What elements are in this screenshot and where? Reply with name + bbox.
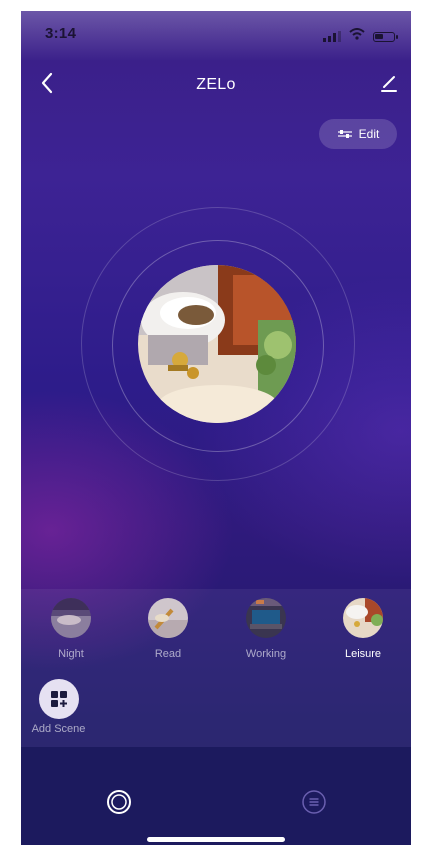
edit-button[interactable]: Edit bbox=[319, 119, 397, 149]
add-scene-circle bbox=[38, 679, 79, 719]
add-scene-label: Add Scene bbox=[31, 723, 86, 735]
navigation-bar: ZELo bbox=[21, 66, 411, 102]
scene-working-label: Working bbox=[245, 648, 287, 660]
app-screen: 3:14 ZELo Edit Night Read Working Leisur… bbox=[21, 11, 411, 845]
scene-read[interactable]: Read bbox=[128, 598, 208, 660]
sliders-icon bbox=[337, 130, 352, 138]
battery-icon bbox=[373, 32, 398, 42]
scene-night-thumbnail bbox=[51, 598, 91, 638]
cellular-signal-icon bbox=[323, 31, 341, 42]
pencil-icon[interactable] bbox=[375, 70, 401, 96]
tab-bar bbox=[21, 747, 411, 845]
scene-leisure-label: Leisure bbox=[344, 648, 382, 660]
page-title: ZELo bbox=[196, 76, 236, 93]
home-indicator[interactable] bbox=[147, 837, 285, 842]
edit-button-label: Edit bbox=[358, 127, 380, 141]
add-grid-icon bbox=[50, 691, 67, 707]
tab-scene-ring-icon[interactable] bbox=[106, 789, 132, 815]
scene-leisure-thumbnail bbox=[343, 598, 383, 638]
tab-list-icon[interactable] bbox=[301, 789, 327, 815]
current-scene-photo[interactable] bbox=[138, 265, 296, 423]
status-time: 3:14 bbox=[45, 25, 77, 42]
scene-read-thumbnail bbox=[148, 598, 188, 638]
status-bar: 3:14 bbox=[21, 11, 411, 55]
scene-night-label: Night bbox=[58, 648, 84, 660]
add-scene-button[interactable]: Add Scene bbox=[21, 679, 96, 735]
scene-working[interactable]: Working bbox=[226, 598, 306, 660]
scene-read-label: Read bbox=[154, 648, 182, 660]
scene-working-thumbnail bbox=[246, 598, 286, 638]
scene-night[interactable]: Night bbox=[31, 598, 111, 660]
wifi-icon bbox=[349, 28, 365, 40]
scene-leisure[interactable]: Leisure bbox=[323, 598, 403, 660]
